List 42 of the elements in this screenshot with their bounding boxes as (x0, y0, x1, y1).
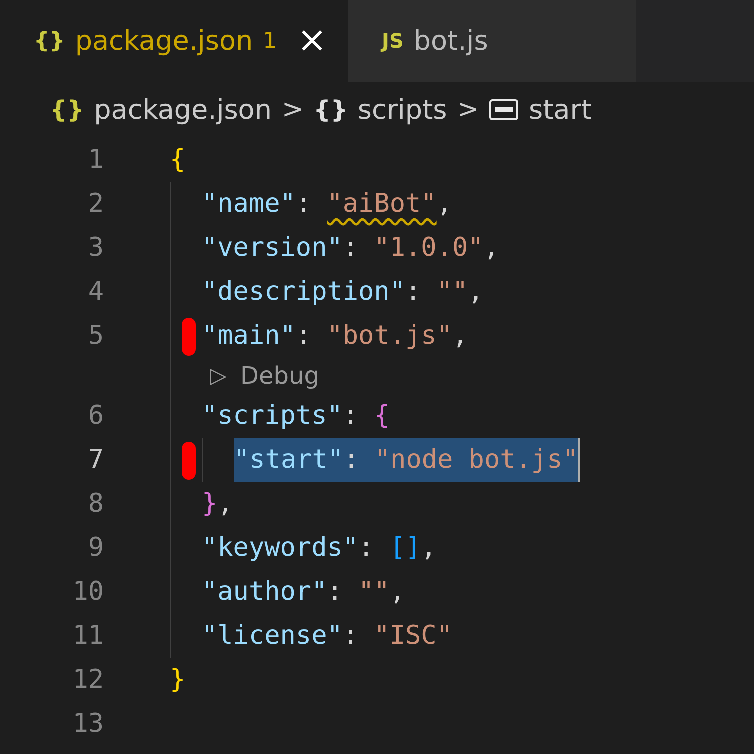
close-icon[interactable]: × (297, 23, 328, 59)
problem-count: 1 (263, 28, 278, 54)
tab-label: bot.js (414, 26, 488, 56)
line-number: 12 (72, 665, 104, 695)
debug-codelens[interactable]: ▷ Debug (202, 358, 320, 394)
breadcrumb-item[interactable]: scripts (358, 94, 448, 126)
breadcrumb-item[interactable]: package.json (94, 94, 272, 126)
editor-tab[interactable]: JS bot.js (348, 0, 636, 82)
line-number: 6 (87, 401, 104, 431)
code-line: }, (202, 488, 234, 521)
tab-label: package.json (75, 26, 254, 56)
line-number: 1 (87, 145, 104, 175)
chevron-icon: > (282, 95, 304, 125)
code-line: "version": "1.0.0", (202, 232, 500, 265)
breadcrumb-item[interactable]: start (529, 94, 592, 126)
line-number: 10 (72, 577, 104, 607)
code-line: } (170, 664, 186, 697)
chevron-icon: > (457, 95, 480, 125)
line-number: 3 (87, 233, 104, 263)
line-number: 11 (72, 621, 104, 651)
play-icon: ▷ (210, 364, 227, 388)
code-line: "keywords": [], (202, 532, 437, 565)
js-file-icon: JS (382, 29, 404, 53)
code-line: "author": "", (202, 576, 406, 609)
code-line: "scripts": { (202, 400, 390, 433)
line-number: 4 (87, 277, 104, 307)
json-file-icon: {} (34, 28, 66, 54)
line-number: 9 (87, 533, 104, 563)
code-line: { (170, 144, 186, 177)
code-line: "description": "", (202, 276, 484, 309)
code-line: "main": "bot.js", (202, 320, 468, 353)
object-icon: {} (314, 96, 348, 124)
string-icon (489, 99, 520, 121)
editor-tab[interactable]: {} package.json 1 × (0, 0, 348, 82)
line-number: 13 (72, 709, 104, 739)
code-line: "license": "ISC" (202, 620, 452, 653)
line-number: 2 (87, 189, 104, 219)
line-number: 5 (87, 321, 104, 351)
line-number: 8 (87, 489, 104, 519)
line-number: 7 (87, 445, 104, 475)
json-icon: {} (50, 96, 84, 124)
code-line: "name": "aiBot", (202, 188, 452, 221)
